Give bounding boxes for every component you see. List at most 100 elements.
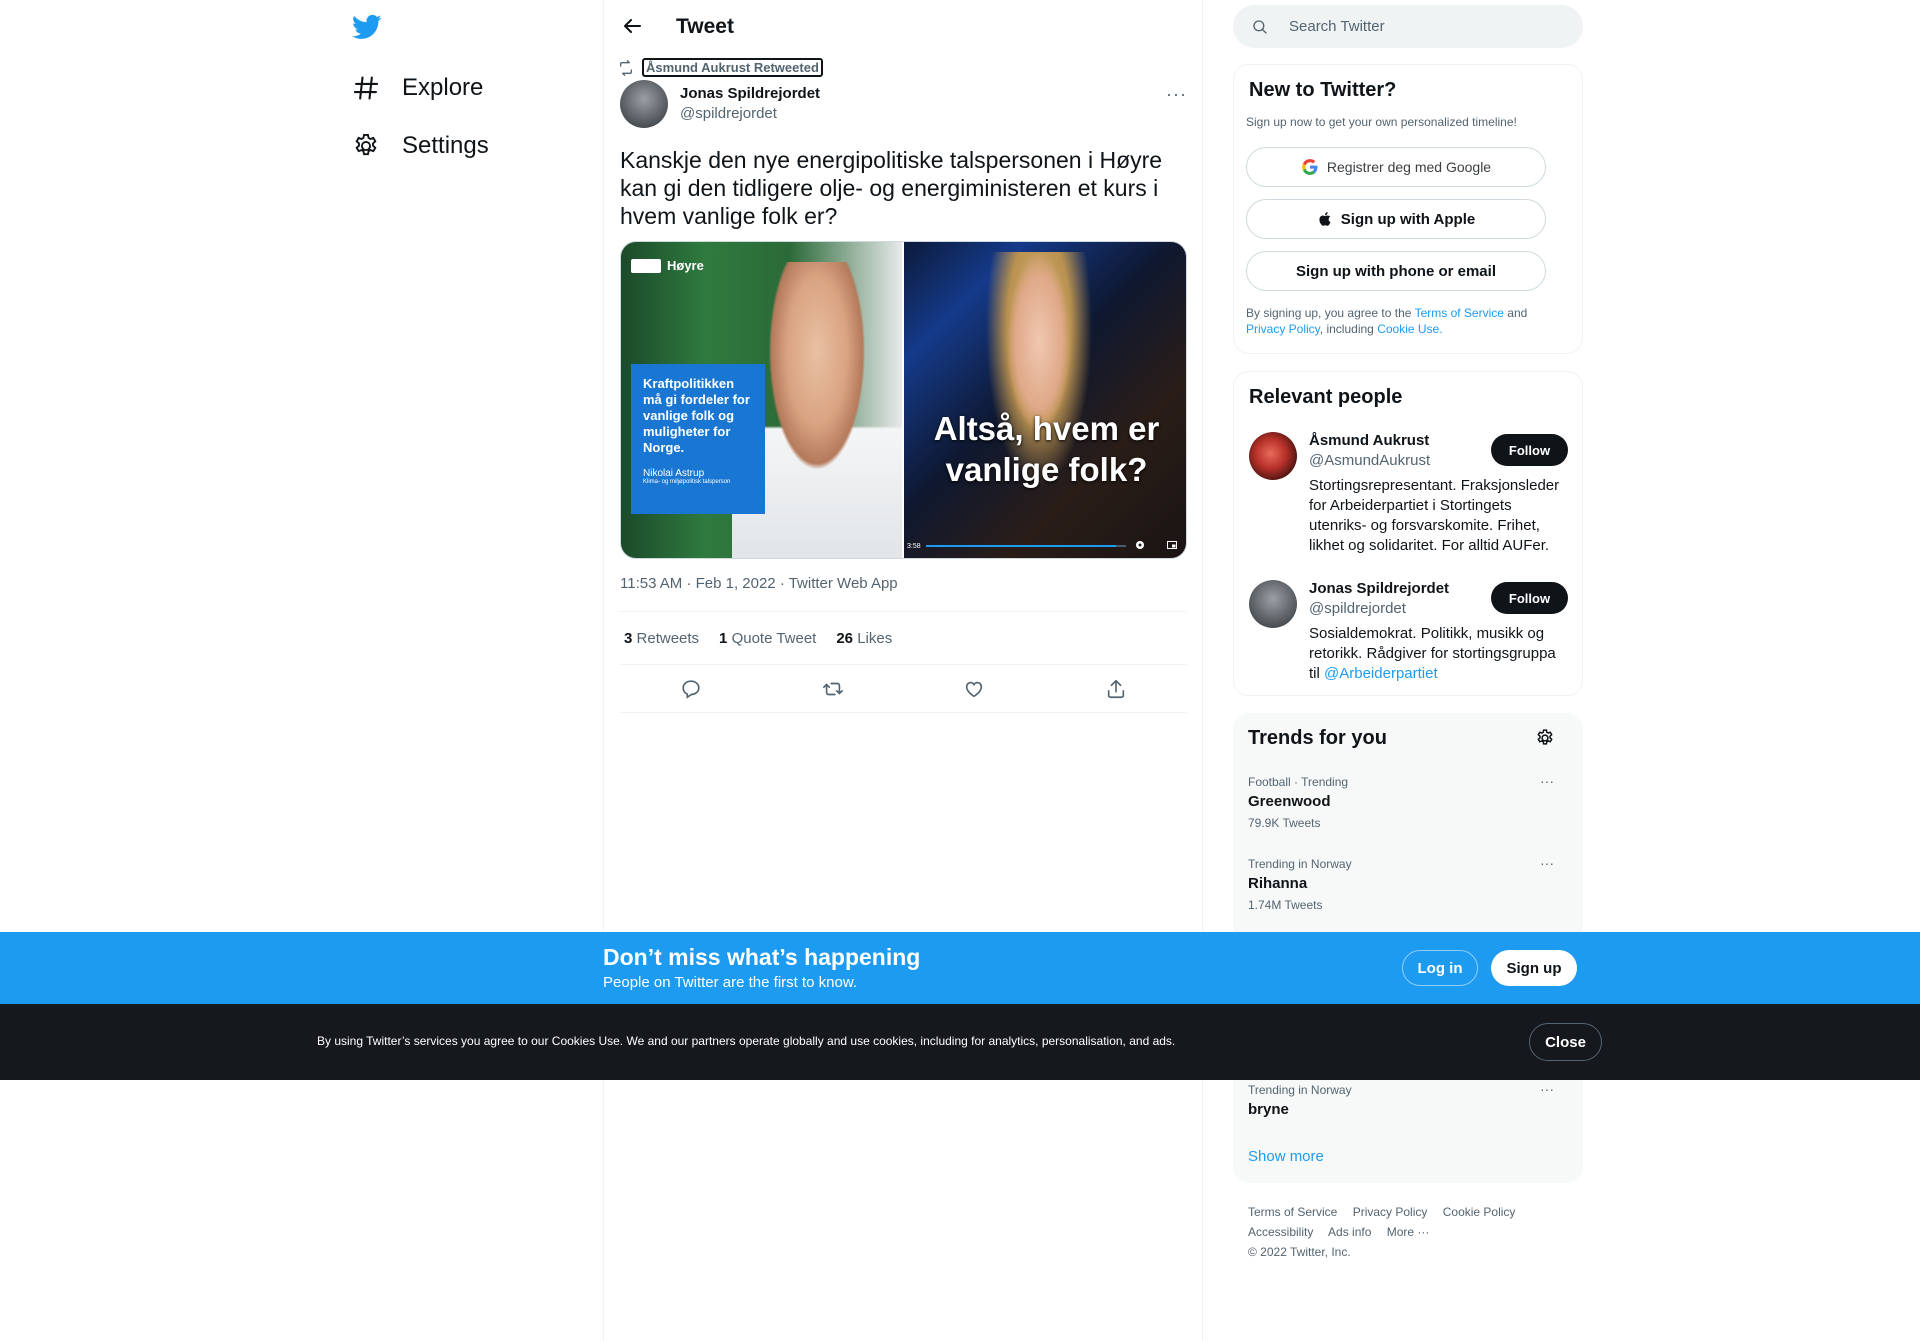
page-title: Tweet: [676, 15, 734, 38]
footer-link[interactable]: Privacy Policy: [1353, 1205, 1428, 1219]
hashtag-icon: [353, 76, 379, 100]
trend-item[interactable]: Football · Trending Greenwood 79.9K Twee…: [1248, 773, 1568, 830]
author-avatar[interactable]: [620, 80, 668, 128]
apple-signup-button[interactable]: Sign up with Apple: [1246, 199, 1546, 239]
retweet-context: Åsmund Aukrust Retweeted: [618, 58, 823, 77]
avatar[interactable]: [1249, 432, 1297, 480]
nav-explore-label: Explore: [402, 74, 484, 101]
signup-button[interactable]: Sign up: [1491, 950, 1577, 986]
author-handle[interactable]: @spildrejordet: [680, 105, 777, 122]
trends-title: Trends for you: [1248, 727, 1387, 749]
nav-explore[interactable]: Explore: [352, 74, 483, 102]
page-header: Tweet: [604, 0, 1204, 53]
copyright: © 2022 Twitter, Inc.: [1248, 1245, 1351, 1259]
retweet-action-icon[interactable]: [822, 678, 844, 700]
trend-item[interactable]: Trending in Norway bryne ···: [1248, 1081, 1568, 1118]
person-handle[interactable]: @spildrejordet: [1309, 600, 1406, 617]
new-to-twitter-subtitle: Sign up now to get your own personalized…: [1246, 115, 1517, 129]
tweet-actions: [620, 665, 1187, 713]
video-progress-bar[interactable]: [926, 545, 1126, 547]
hoyre-brand: Høyre: [667, 258, 704, 273]
more-options-icon[interactable]: ···: [1540, 773, 1554, 789]
quote-text: Kraftpolitikken må gi fordeler for vanli…: [643, 376, 750, 455]
likes-label: Likes: [857, 629, 893, 647]
signup-legal-text: By signing up, you agree to the Terms of…: [1246, 305, 1566, 337]
like-icon[interactable]: [963, 678, 985, 700]
more-options-icon[interactable]: ···: [1166, 84, 1188, 104]
author-name[interactable]: Jonas Spildrejordet: [680, 85, 820, 102]
phone-signup-button[interactable]: Sign up with phone or email: [1246, 251, 1546, 291]
main-column: Tweet Åsmund Aukrust Retweeted Jonas Spi…: [603, 0, 1203, 1341]
retweets-count: 3: [624, 629, 633, 647]
apple-icon: [1319, 212, 1331, 226]
trend-context: Trending in Norway: [1248, 857, 1352, 871]
signup-banner: Don’t miss what’s happening People on Tw…: [0, 932, 1920, 1004]
likes-count: 26: [836, 629, 854, 647]
person-bio: Stortingsrepresentant. Fraksjonsleder fo…: [1309, 477, 1560, 554]
quote-card: Kraftpolitikken må gi fordeler for vanli…: [631, 364, 765, 514]
quotes-count: 1: [719, 629, 728, 647]
video-caption: Altså, hvem er vanlige folk?: [933, 410, 1160, 488]
quotes-stat[interactable]: 1 Quote Tweet: [719, 630, 816, 647]
person-name[interactable]: Jonas Spildrejordet: [1309, 580, 1449, 597]
cookie-use-link[interactable]: Cookie Use.: [1377, 322, 1442, 336]
quotes-label: Quote Tweet: [731, 629, 817, 647]
cookie-close-button[interactable]: Close: [1529, 1023, 1602, 1061]
trend-name: Rihanna: [1248, 875, 1308, 892]
video-settings-icon[interactable]: [1134, 539, 1146, 551]
show-more-link[interactable]: Show more: [1248, 1148, 1324, 1165]
trends-settings-icon[interactable]: [1535, 728, 1555, 748]
twitter-logo-icon[interactable]: [350, 12, 384, 42]
relevant-people-title: Relevant people: [1249, 386, 1403, 408]
video-time: 3:58: [907, 543, 921, 550]
terms-link[interactable]: Terms of Service: [1415, 306, 1504, 320]
quote-role: Klima- og miljøpolitisk talsperson: [643, 479, 731, 485]
new-to-twitter-panel: New to Twitter? Sign up now to get your …: [1233, 64, 1583, 354]
bio-mention-link[interactable]: @Arbeiderpartiet: [1324, 665, 1438, 682]
footer-link[interactable]: Cookie Policy: [1443, 1205, 1516, 1219]
likes-stat[interactable]: 26 Likes: [836, 630, 892, 647]
more-options-icon[interactable]: ···: [1540, 855, 1554, 871]
footer-link[interactable]: Accessibility: [1248, 1225, 1313, 1239]
nav-settings[interactable]: Settings: [352, 132, 489, 160]
footer-link[interactable]: More ···: [1387, 1225, 1430, 1239]
retweeted-by-link[interactable]: Åsmund Aukrust Retweeted: [642, 58, 823, 77]
media-video[interactable]: Altså, hvem er vanlige folk? 3:58: [902, 242, 1186, 558]
media-image-left[interactable]: Høyre Kraftpolitikken må gi fordeler for…: [621, 242, 902, 558]
more-options-icon[interactable]: ···: [1540, 1081, 1554, 1097]
new-to-twitter-title: New to Twitter?: [1249, 79, 1397, 101]
footer-link[interactable]: Terms of Service: [1248, 1205, 1337, 1219]
tweet-text: Kanskje den nye energipolitiske talspers…: [620, 147, 1163, 229]
share-icon[interactable]: [1105, 678, 1127, 700]
quote-name: Nikolai Astrup: [643, 468, 705, 479]
retweets-label: Retweets: [636, 629, 700, 647]
retweets-stat[interactable]: 3 Retweets: [624, 630, 699, 647]
footer-links: Terms of Service Privacy Policy Cookie P…: [1248, 1202, 1568, 1262]
google-signup-button[interactable]: Registrer deg med Google: [1246, 147, 1546, 187]
reply-icon[interactable]: [680, 678, 702, 700]
picture-in-picture-icon[interactable]: [1166, 539, 1178, 551]
follow-button[interactable]: Follow: [1491, 434, 1568, 466]
video-frame: [964, 252, 1114, 552]
trend-item[interactable]: Trending in Norway Rihanna 1.74M Tweets …: [1248, 855, 1568, 912]
privacy-link[interactable]: Privacy Policy: [1246, 322, 1320, 336]
person-name[interactable]: Åsmund Aukrust: [1309, 432, 1429, 449]
apple-signup-label: Sign up with Apple: [1340, 210, 1476, 228]
tweet-timestamp[interactable]: 11:53 AM · Feb 1, 2022 · Twitter Web App: [620, 575, 898, 592]
retweet-icon: [620, 59, 632, 76]
search-input[interactable]: [1289, 18, 1549, 35]
person-handle[interactable]: @AsmundAukrust: [1309, 452, 1430, 469]
search-box[interactable]: [1233, 5, 1583, 48]
login-button[interactable]: Log in: [1402, 950, 1478, 986]
back-arrow-icon[interactable]: [620, 14, 644, 38]
banner-subtitle: People on Twitter are the first to know.: [603, 974, 858, 991]
follow-button[interactable]: Follow: [1491, 582, 1568, 614]
person-bio: Sosialdemokrat. Politikk, musikk og reto…: [1309, 624, 1569, 684]
tweet-media[interactable]: Høyre Kraftpolitikken må gi fordeler for…: [620, 241, 1187, 559]
video-progress-fill: [926, 545, 1116, 547]
trend-context: Trending in Norway: [1248, 1083, 1352, 1097]
footer-link[interactable]: Ads info: [1328, 1225, 1371, 1239]
legal-and: and: [1507, 306, 1528, 320]
avatar[interactable]: [1249, 580, 1297, 628]
trend-count: 1.74M Tweets: [1248, 898, 1323, 912]
